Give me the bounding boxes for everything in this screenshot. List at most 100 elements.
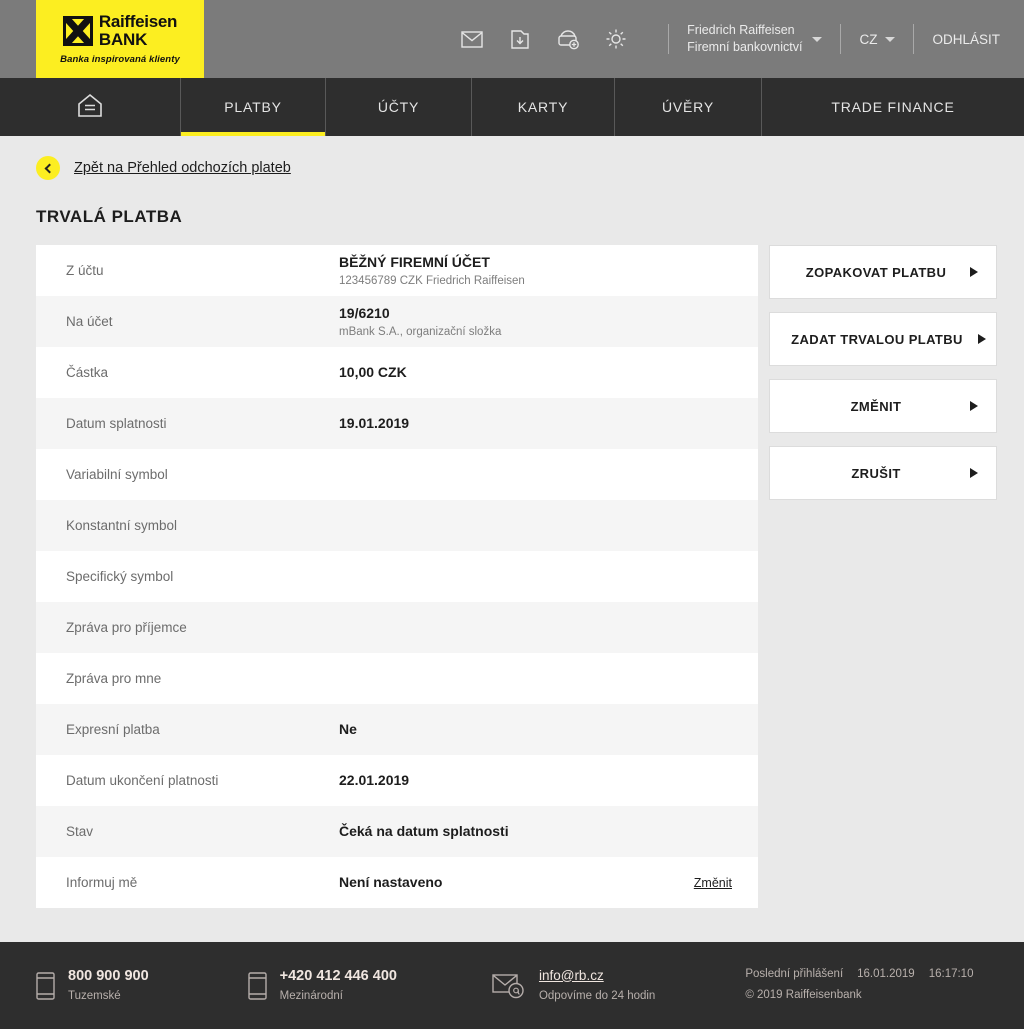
row-value: BĚŽNÝ FIREMNÍ ÚČET 123456789 CZK Friedri…: [339, 252, 758, 290]
logo-line-2: BANK: [98, 30, 148, 49]
footer-phone-text: +420 412 446 400 Mezinárodní: [280, 966, 397, 1005]
nav-item-label: TRADE FINANCE: [831, 99, 955, 115]
row-value: Čeká na datum splatnosti: [339, 821, 758, 841]
nav-item-label: ÚVĚRY: [662, 99, 714, 115]
row-label: Stav: [66, 824, 94, 839]
chevron-right-icon: [978, 334, 986, 344]
header-right-tools: Friedrich Raiffeisen Firemní bankovnictv…: [460, 22, 1000, 56]
row-value-main: Není nastaveno: [339, 874, 443, 891]
nav-home-button[interactable]: [0, 78, 180, 136]
row-label: Zpráva pro příjemce: [66, 620, 187, 635]
raiffeisen-gable-cross-icon: [62, 15, 93, 46]
edit-button[interactable]: ZMĚNIT: [769, 379, 997, 433]
row-value-main: 19.01.2019: [339, 415, 410, 432]
phone-icon: [247, 971, 267, 1000]
nav-item-label: PLATBY: [224, 99, 282, 115]
logout-button[interactable]: ODHLÁSIT: [932, 32, 1000, 47]
footer-email: info@rb.cz Odpovíme do 24 hodin: [492, 967, 655, 1005]
email-link[interactable]: info@rb.cz: [539, 967, 655, 986]
phone-number: 800 900 900: [68, 968, 149, 985]
mail-icon[interactable]: [460, 27, 484, 51]
raiffeisen-logo[interactable]: Raiffeisen BANK Banka inspirovaná klient…: [36, 0, 204, 78]
language-selector[interactable]: CZ: [859, 31, 896, 47]
header-divider-3: [913, 24, 915, 54]
payment-detail-table: Z účtu BĚŽNÝ FIREMNÍ ÚČET 123456789 CZK …: [36, 245, 758, 908]
phone-icon: [36, 971, 55, 1000]
mail-at-icon: [492, 972, 526, 999]
table-row: Částka 10,00 CZK: [36, 347, 758, 398]
footer-phone-text: 800 900 900 Tuzemské: [68, 966, 149, 1005]
logo-wordmark: Raiffeisen BANK: [98, 12, 178, 49]
nav-item-platby[interactable]: PLATBY: [180, 78, 325, 136]
table-row: Zpráva pro příjemce: [36, 602, 758, 653]
row-value: 22.01.2019: [339, 770, 758, 790]
language-label: CZ: [859, 31, 878, 47]
row-label: Expresní platba: [66, 722, 160, 737]
gear-icon[interactable]: [604, 27, 628, 51]
nav-item-trade-finance[interactable]: TRADE FINANCE: [761, 78, 1024, 136]
last-login-label: Poslední přihlášení: [745, 968, 844, 981]
last-login-time: 16:17:10: [928, 968, 974, 981]
footer-session-info: Poslední přihlášení 16.01.2019 16:17:10 © …: [745, 966, 973, 1005]
content-area: Z účtu BĚŽNÝ FIREMNÍ ÚČET 123456789 CZK …: [0, 245, 1024, 908]
row-value: Ne: [339, 719, 758, 739]
row-label: Na účet: [66, 314, 113, 329]
back-navigation[interactable]: Zpět na Přehled odchozích plateb: [0, 136, 1024, 180]
phone-number: +420 412 446 400: [279, 968, 397, 985]
page-content: Zpět na Přehled odchozích plateb TRVALÁ …: [0, 136, 1024, 942]
row-label: Z účtu: [66, 263, 104, 278]
row-label: Datum ukončení platnosti: [66, 773, 219, 788]
phone-caption: Mezinárodní: [279, 990, 343, 1003]
row-change-link[interactable]: Změnit: [694, 876, 758, 890]
row-label: Částka: [66, 365, 109, 380]
table-row: Datum splatnosti 19.01.2019: [36, 398, 758, 449]
button-label: ZOPAKOVAT PLATBU: [805, 264, 947, 280]
back-link-label[interactable]: Zpět na Přehled odchozích plateb: [74, 160, 291, 176]
row-value: 19.01.2019: [339, 413, 758, 433]
repeat-payment-button[interactable]: ZOPAKOVAT PLATBU: [769, 245, 997, 299]
row-label: Specifický symbol: [66, 569, 174, 584]
user-identity: Friedrich Raiffeisen Firemní bankovnictv…: [687, 22, 802, 56]
nav-item-ucty[interactable]: ÚČTY: [325, 78, 471, 136]
row-label: Datum splatnosti: [66, 416, 167, 431]
table-row: Datum ukončení platnosti 22.01.2019: [36, 755, 758, 806]
new-standing-order-button[interactable]: ZADAT TRVALOU PLATBU: [769, 312, 997, 366]
add-purse-icon[interactable]: [556, 27, 580, 51]
logo-claim: Banka inspirovaná klienty: [60, 54, 180, 65]
page-title: TRVALÁ PLATBA: [36, 207, 183, 226]
table-row: Na účet 19/6210 mBank S.A., organizační …: [36, 296, 758, 347]
footer-phone-domestic: 800 900 900 Tuzemské: [36, 966, 149, 1005]
table-row: Stav Čeká na datum splatnosti: [36, 806, 758, 857]
back-arrow-icon[interactable]: [36, 156, 60, 180]
nav-item-uvery[interactable]: ÚVĚRY: [614, 78, 761, 136]
table-row: Specifický symbol: [36, 551, 758, 602]
button-label: ZMĚNIT: [850, 398, 902, 414]
row-value-sub: 123456789 CZK Friedrich Raiffeisen: [339, 274, 525, 287]
row-value: 10,00 CZK: [339, 362, 758, 382]
row-value: Není nastaveno: [339, 872, 694, 892]
footer-phone-international: +420 412 446 400 Mezinárodní: [247, 966, 397, 1005]
cancel-button[interactable]: ZRUŠIT: [769, 446, 997, 500]
table-row: Informuj mě Není nastaveno Změnit: [36, 857, 758, 908]
download-folder-icon[interactable]: [508, 27, 532, 51]
home-icon: [75, 91, 105, 124]
action-buttons-panel: ZOPAKOVAT PLATBU ZADAT TRVALOU PLATBU ZM…: [769, 245, 997, 908]
chevron-right-icon: [970, 267, 978, 277]
last-login-row: Poslední přihlášení 16.01.2019 16:17:10: [745, 966, 973, 984]
email-caption: Odpovíme do 24 hodin: [538, 989, 656, 1002]
table-row: Expresní platba Ne: [36, 704, 758, 755]
table-row: Variabilní symbol: [36, 449, 758, 500]
last-login-date: 16.01.2019: [857, 968, 915, 981]
button-label: ZRUŠIT: [851, 465, 901, 481]
row-value-main: Čeká na datum splatnosti: [339, 823, 509, 840]
nav-item-label: ÚČTY: [377, 99, 420, 115]
logo-line-1: Raiffeisen: [98, 12, 178, 31]
row-label: Zpráva pro mne: [66, 671, 162, 686]
user-menu[interactable]: Friedrich Raiffeisen Firemní bankovnictv…: [687, 22, 823, 56]
header-divider-1: [668, 24, 670, 54]
row-value-main: 22.01.2019: [339, 772, 410, 789]
user-name: Friedrich Raiffeisen: [687, 23, 795, 38]
chevron-down-icon: [812, 36, 823, 42]
nav-item-label: KARTY: [517, 99, 569, 115]
nav-item-karty[interactable]: KARTY: [471, 78, 614, 136]
